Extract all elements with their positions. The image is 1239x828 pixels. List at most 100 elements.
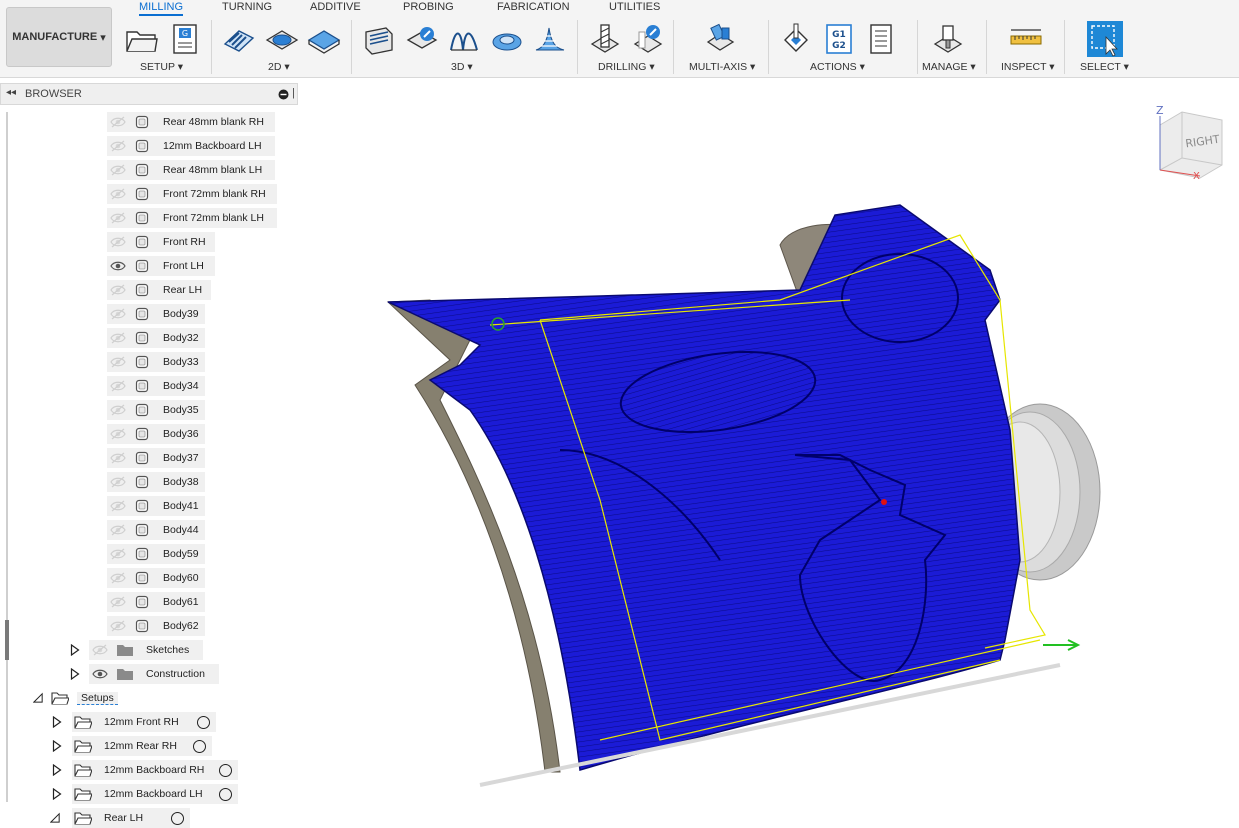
group-drilling-label[interactable]: DRILLING ▾ [598,61,655,73]
setup-row[interactable]: 12mm Backboard RH [72,760,238,780]
body-row[interactable]: Body59 [107,544,205,564]
setup-expander[interactable] [52,760,66,780]
body-row[interactable]: Body36 [107,424,205,444]
eye-hidden-icon[interactable] [110,548,126,560]
folder-row[interactable]: Construction [89,664,219,684]
2d-adaptive-icon[interactable] [222,22,256,56]
eye-hidden-icon[interactable] [110,212,126,224]
eye-hidden-icon[interactable] [110,188,126,200]
body-row[interactable]: Body35 [107,400,205,420]
setup-expander[interactable] [52,712,66,732]
eye-hidden-icon[interactable] [110,164,126,176]
group-multi-axis-label[interactable]: MULTI-AXIS ▾ [689,61,755,73]
hole-recognition-icon[interactable] [631,22,665,56]
folder-row[interactable]: Sketches [89,640,203,660]
setup-row[interactable]: 12mm Front RH [72,712,216,732]
setup-status-icon[interactable] [197,715,210,729]
3d-pocket-icon[interactable] [405,22,439,56]
body-row[interactable]: Front 72mm blank LH [107,208,277,228]
tab-milling[interactable]: MILLING [139,0,184,16]
eye-hidden-icon[interactable] [110,380,126,392]
group-2d-label[interactable]: 2D ▾ [268,61,290,73]
collapse-triangle-icon[interactable] [50,812,60,824]
minus-circle-icon[interactable] [278,89,289,100]
viewport-canvas[interactable]: RIGHT Z X [300,78,1239,823]
viewcube[interactable]: RIGHT Z X [1156,104,1223,182]
measure-icon[interactable] [1009,22,1043,56]
body-row[interactable]: Body61 [107,592,205,612]
setup-sheet-icon[interactable] [864,22,898,56]
eye-hidden-icon[interactable] [110,572,126,584]
select-icon[interactable] [1086,20,1124,58]
body-row[interactable]: Body62 [107,616,205,636]
expand-triangle-icon[interactable] [52,716,62,728]
eye-hidden-icon[interactable] [110,284,126,296]
body-row[interactable]: Body32 [107,328,205,348]
2d-pocket-icon[interactable] [265,22,299,56]
setup-expander[interactable] [52,736,66,756]
drill-icon[interactable] [588,22,622,56]
body-row[interactable]: 12mm Backboard LH [107,136,275,156]
setup-expander[interactable] [52,784,66,804]
body-row[interactable]: Body34 [107,376,205,396]
group-select-label[interactable]: SELECT ▾ [1080,61,1129,73]
setup-status-icon[interactable] [219,787,232,801]
group-3d-label[interactable]: 3D ▾ [451,61,473,73]
body-row[interactable]: Body60 [107,568,205,588]
setups-node[interactable]: Setups [33,688,143,708]
body-row[interactable]: Body41 [107,496,205,516]
expand-triangle-icon[interactable] [70,644,80,656]
expand-triangle-icon[interactable] [52,740,62,752]
tab-utilities[interactable]: UTILITIES [609,0,660,16]
workspace-switcher[interactable]: MANUFACTURE ▾ [6,7,112,67]
multi-axis-icon[interactable] [703,22,737,56]
body-row[interactable]: Body33 [107,352,205,372]
setup-row[interactable]: 12mm Backboard LH [72,784,238,804]
setup-row[interactable]: 12mm Rear RH [72,736,212,756]
tab-fabrication[interactable]: FABRICATION [497,0,570,16]
pin-panel-icon[interactable]: | [292,87,295,99]
setup-status-icon[interactable] [193,739,206,753]
body-row[interactable]: Front 72mm blank RH [107,184,277,204]
eye-hidden-icon[interactable] [110,620,126,632]
group-manage-label[interactable]: MANAGE ▾ [922,61,976,73]
group-inspect-label[interactable]: INSPECT ▾ [1001,61,1055,73]
body-row[interactable]: Front LH [107,256,215,276]
eye-hidden-icon[interactable] [110,524,126,536]
folder-expander[interactable] [70,640,84,660]
simulate-icon[interactable] [779,22,813,56]
post-process-icon[interactable]: G1 G2 [822,22,856,56]
scallop-icon[interactable] [490,22,524,56]
collapse-triangle-icon[interactable] [33,692,43,704]
tab-additive[interactable]: ADDITIVE [310,0,361,16]
eye-hidden-icon[interactable] [110,332,126,344]
collapse-panel-icon[interactable]: ◂◂ [6,87,16,98]
body-row[interactable]: Body39 [107,304,205,324]
folder-expander[interactable] [70,664,84,684]
body-row[interactable]: Body38 [107,472,205,492]
body-row[interactable]: Front RH [107,232,215,252]
tab-turning[interactable]: TURNING [222,0,272,16]
body-row[interactable]: Rear 48mm blank LH [107,160,275,180]
eye-hidden-icon[interactable] [110,356,126,368]
eye-icon[interactable] [110,260,126,272]
eye-hidden-icon[interactable] [110,308,126,320]
setup-row[interactable]: Rear LH [72,808,190,828]
eye-hidden-icon[interactable] [110,140,126,152]
group-setup-label[interactable]: SETUP ▾ [140,61,183,73]
body-row[interactable]: Rear LH [107,280,211,300]
tool-library-icon[interactable] [931,22,965,56]
eye-hidden-icon[interactable] [92,644,108,656]
body-row[interactable]: Body37 [107,448,205,468]
nc-program-icon[interactable]: G [168,22,202,56]
body-row[interactable]: Body44 [107,520,205,540]
body-row[interactable]: Rear 48mm blank RH [107,112,275,132]
expand-triangle-icon[interactable] [52,764,62,776]
eye-hidden-icon[interactable] [110,404,126,416]
eye-hidden-icon[interactable] [110,476,126,488]
eye-hidden-icon[interactable] [110,116,126,128]
eye-hidden-icon[interactable] [110,452,126,464]
eye-icon[interactable] [92,668,108,680]
parallel-icon[interactable] [447,22,481,56]
expand-triangle-icon[interactable] [70,668,80,680]
